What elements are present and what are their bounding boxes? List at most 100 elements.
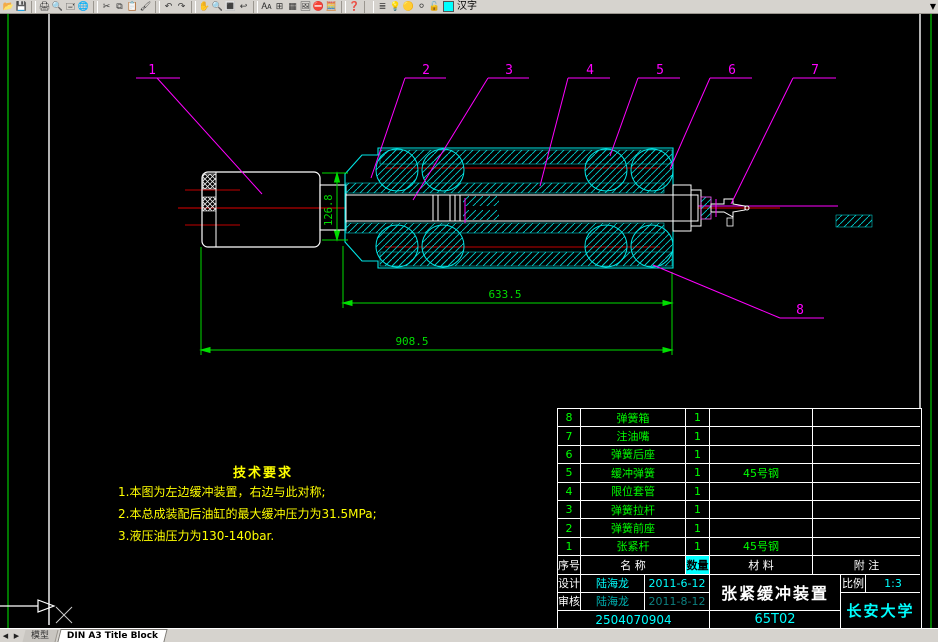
- cut-icon[interactable]: ✂: [100, 1, 113, 13]
- part-no: 2: [558, 519, 581, 538]
- layer-freeze-icon[interactable]: ⚪: [415, 1, 428, 13]
- tab-nav-next[interactable]: ▶: [11, 632, 22, 640]
- layout-tab-bar: ◀ ▶ 模型 DIN A3 Title Block: [0, 628, 938, 642]
- toolbar-separator: [364, 0, 374, 13]
- etransmit-icon[interactable]: 🌐: [77, 1, 90, 13]
- part-note: [813, 409, 920, 428]
- drawing-canvas[interactable]: 126.8 633.5 908.5 1 2 3 4 5 6 7 8 技术要求 1…: [0, 14, 938, 630]
- part-name: 张紧杆: [581, 537, 686, 557]
- layer-color-icon[interactable]: 🟡: [402, 1, 415, 13]
- plot-preview-icon[interactable]: 🔍: [51, 1, 64, 13]
- match-properties-icon[interactable]: 🖌: [139, 1, 152, 13]
- paste-icon[interactable]: 📋: [126, 1, 139, 13]
- part-material: [710, 519, 813, 538]
- rod-hatch-mid: [202, 196, 217, 212]
- check-label: 审核: [558, 592, 581, 611]
- table-icon[interactable]: ⊞: [273, 1, 286, 13]
- part-material: [710, 500, 813, 520]
- part-name: 限位套管: [581, 482, 686, 501]
- check-date: 2011-8-12: [645, 592, 710, 611]
- header-note: 附 注: [813, 556, 920, 575]
- part-material: [710, 409, 813, 428]
- part-no: 4: [558, 482, 581, 501]
- layer-color-swatch[interactable]: [443, 1, 454, 12]
- techreq-line-1: 1.本图为左边缓冲装置，右边与此对称;: [118, 485, 326, 499]
- design-date: 2011-6-12: [645, 574, 710, 593]
- title-block-bottom: 设计 陆海龙 2011-6-12 张紧缓冲装置 比例 1:3 审核 陆海龙 20…: [558, 574, 921, 629]
- toolbar-separator: [155, 0, 160, 13]
- part-no: 3: [558, 500, 581, 520]
- layer-lock-icon[interactable]: 🔓: [428, 1, 441, 13]
- spring-coil: [421, 148, 465, 192]
- pan-icon[interactable]: ✋: [198, 1, 211, 13]
- scale-value: 1:3: [866, 575, 920, 593]
- spell-check-icon[interactable]: 🗛: [260, 1, 273, 13]
- publish-icon[interactable]: 🖃: [64, 1, 77, 13]
- parts-list: 8 弹簧箱 1 7 注油嘴 1 6 弹簧后座 1 5 缓冲弹簧 1 45号钢 4…: [558, 409, 921, 575]
- header-material: 材 料: [710, 556, 813, 575]
- tab-layout-din-a3[interactable]: DIN A3 Title Block: [57, 629, 168, 642]
- tab-layout-label: DIN A3 Title Block: [66, 631, 159, 641]
- dim-style-icon[interactable]: ▦: [286, 1, 299, 13]
- drawing-title: 张紧缓冲装置: [710, 574, 841, 611]
- toolbar-overflow-icon[interactable]: ▼: [930, 2, 936, 11]
- calculator-icon[interactable]: 🧮: [325, 1, 338, 13]
- student-id: 2504070904: [558, 610, 710, 629]
- cap-seal: [700, 196, 712, 220]
- callout-3: 3: [505, 63, 513, 78]
- callout-1: 1: [148, 63, 156, 78]
- toolbar-separator: [191, 0, 196, 13]
- header-no: 序号: [558, 556, 581, 575]
- callout-7: 7: [811, 63, 819, 78]
- layer-name[interactable]: 汉字: [457, 0, 477, 13]
- copy-icon[interactable]: ⧉: [113, 1, 126, 13]
- layers-icon[interactable]: ≣: [376, 1, 389, 13]
- part-note: [813, 446, 920, 465]
- part-name: 弹簧后座: [581, 445, 686, 465]
- part-name: 注油嘴: [581, 427, 686, 446]
- help-icon[interactable]: ❓: [348, 1, 361, 13]
- toolbar: 📂 💾 🖨 🔍 🖃 🌐 ✂ ⧉ 📋 🖌 ↶ ↷ ✋ 🔍 🔳 ↩ 🗛 ⊞ ▦ 🖼 …: [0, 0, 938, 14]
- plot-icon[interactable]: 🖨: [38, 1, 51, 13]
- part-note: [813, 427, 920, 446]
- part-material: 45号钢: [710, 464, 813, 483]
- part-note: [813, 483, 920, 501]
- open-icon[interactable]: 📂: [2, 1, 15, 13]
- dim-text-908-5: 908.5: [395, 335, 428, 348]
- undo-icon[interactable]: ↶: [162, 1, 175, 13]
- part-name: 缓冲弹簧: [581, 464, 686, 483]
- part-material: [710, 482, 813, 501]
- part-qty: 1: [686, 427, 710, 446]
- tab-model[interactable]: 模型: [22, 629, 59, 642]
- part-note: [813, 538, 920, 557]
- part-qty: 1: [686, 409, 710, 428]
- callout-5: 5: [656, 63, 664, 78]
- part-no: 6: [558, 445, 581, 465]
- technical-requirements: 技术要求 1.本图为左边缓冲装置，右边与此对称; 2.本总成装配后油缸的最大缓冲…: [118, 462, 408, 547]
- toolbar-separator: [253, 0, 258, 13]
- part-qty: 1: [686, 500, 710, 520]
- zoom-window-icon[interactable]: 🔳: [224, 1, 237, 13]
- zoom-previous-icon[interactable]: ↩: [237, 1, 250, 13]
- spring-pull-rod[interactable]: [345, 194, 699, 222]
- check-name: 陆海龙: [581, 592, 645, 611]
- spring-coil: [375, 148, 419, 192]
- part-no: 5: [558, 464, 581, 483]
- callout-4: 4: [586, 63, 594, 78]
- render-icon[interactable]: ⛔: [312, 1, 325, 13]
- tension-rod-end[interactable]: [201, 171, 321, 248]
- spring-coil: [584, 148, 628, 192]
- tab-nav-prev[interactable]: ◀: [0, 632, 11, 640]
- part-name: 弹簧拉杆: [581, 500, 686, 520]
- image-icon[interactable]: 🖼: [299, 1, 312, 13]
- redo-icon[interactable]: ↷: [175, 1, 188, 13]
- zoom-realtime-icon[interactable]: 🔍: [211, 1, 224, 13]
- layer-on-icon[interactable]: 💡: [389, 1, 402, 13]
- part-no: 8: [558, 409, 581, 428]
- part-no: 1: [558, 537, 581, 557]
- part-note: [813, 464, 920, 483]
- crosshair-cursor: [55, 606, 73, 624]
- drawing-number: 65T02: [710, 610, 841, 629]
- save-icon[interactable]: 💾: [15, 1, 28, 13]
- title-block: 8 弹簧箱 1 7 注油嘴 1 6 弹簧后座 1 5 缓冲弹簧 1 45号钢 4…: [557, 408, 922, 630]
